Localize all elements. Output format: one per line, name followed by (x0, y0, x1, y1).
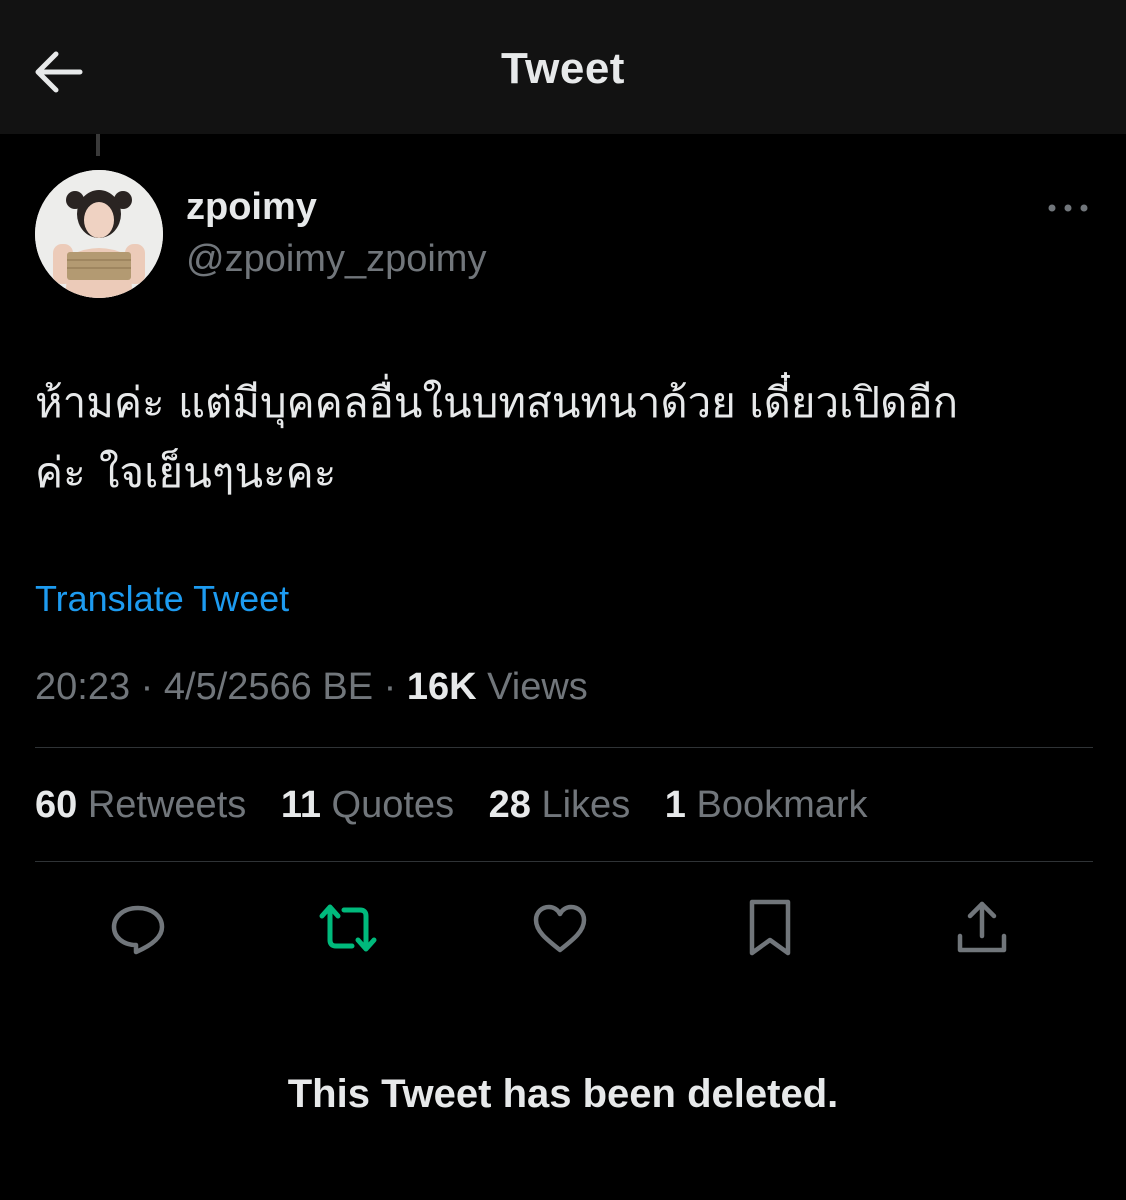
meta-separator: · (383, 666, 397, 708)
likes-stat[interactable]: 28 Likes (489, 784, 631, 827)
views-count: 16K (406, 666, 477, 708)
translate-tweet-link[interactable]: Translate Tweet (35, 578, 289, 620)
like-icon (533, 904, 587, 953)
bookmark-icon (749, 899, 791, 956)
reply-button[interactable] (106, 896, 170, 960)
bookmarks-label: Bookmark (696, 784, 868, 826)
tweet-metadata: 20:23 · 4/5/2566 BE · 16K Views (35, 666, 588, 709)
tweet-text-line: ค่ะ ใจเย็นๆนะคะ (35, 448, 337, 497)
bookmarks-stat[interactable]: 1 Bookmark (665, 784, 868, 827)
likes-label: Likes (541, 784, 631, 826)
retweet-icon (319, 904, 377, 952)
author-display-name[interactable]: zpoimy (186, 186, 317, 229)
retweets-stat[interactable]: 60 Retweets (35, 784, 246, 827)
share-icon (957, 901, 1007, 953)
likes-count: 28 (488, 784, 531, 826)
deleted-notice: This Tweet has been deleted. (287, 1072, 839, 1116)
author-handle[interactable]: @zpoimy_zpoimy (186, 238, 486, 281)
ellipsis-icon (1048, 204, 1088, 212)
share-button[interactable] (950, 896, 1014, 960)
like-button[interactable] (528, 896, 592, 960)
thread-connector-line (96, 134, 100, 156)
quotes-stat[interactable]: 11 Quotes (281, 784, 454, 827)
retweets-label: Retweets (87, 784, 247, 826)
reply-icon (111, 905, 165, 955)
quotes-count: 11 (280, 784, 321, 826)
tweet-time: 20:23 (35, 666, 131, 708)
divider (35, 861, 1093, 862)
profile-photo (35, 170, 163, 298)
meta-separator: · (140, 666, 154, 708)
quotes-label: Quotes (331, 784, 455, 826)
tweet-text: ห้ามค่ะ แต่มีบุคคลอื่นในบทสนทนาด้วย เดี๋… (35, 368, 1095, 508)
retweet-button[interactable] (316, 896, 380, 960)
page-title: Tweet (501, 44, 625, 93)
engagement-stats: 60 Retweets 11 Quotes 28 Likes 1 Bookmar… (35, 784, 892, 827)
more-options-button[interactable] (1040, 190, 1096, 226)
bookmark-button[interactable] (738, 896, 802, 960)
views-label: Views (487, 666, 588, 708)
avatar[interactable] (35, 170, 163, 298)
top-bar: Tweet (0, 0, 1126, 134)
retweets-count: 60 (35, 784, 78, 826)
tweet-text-line: ห้ามค่ะ แต่มีบุคคลอื่นในบทสนทนาด้วย เดี๋… (35, 378, 958, 427)
divider (35, 747, 1093, 748)
bookmarks-count: 1 (664, 784, 686, 826)
tweet-date: 4/5/2566 BE (163, 666, 374, 708)
